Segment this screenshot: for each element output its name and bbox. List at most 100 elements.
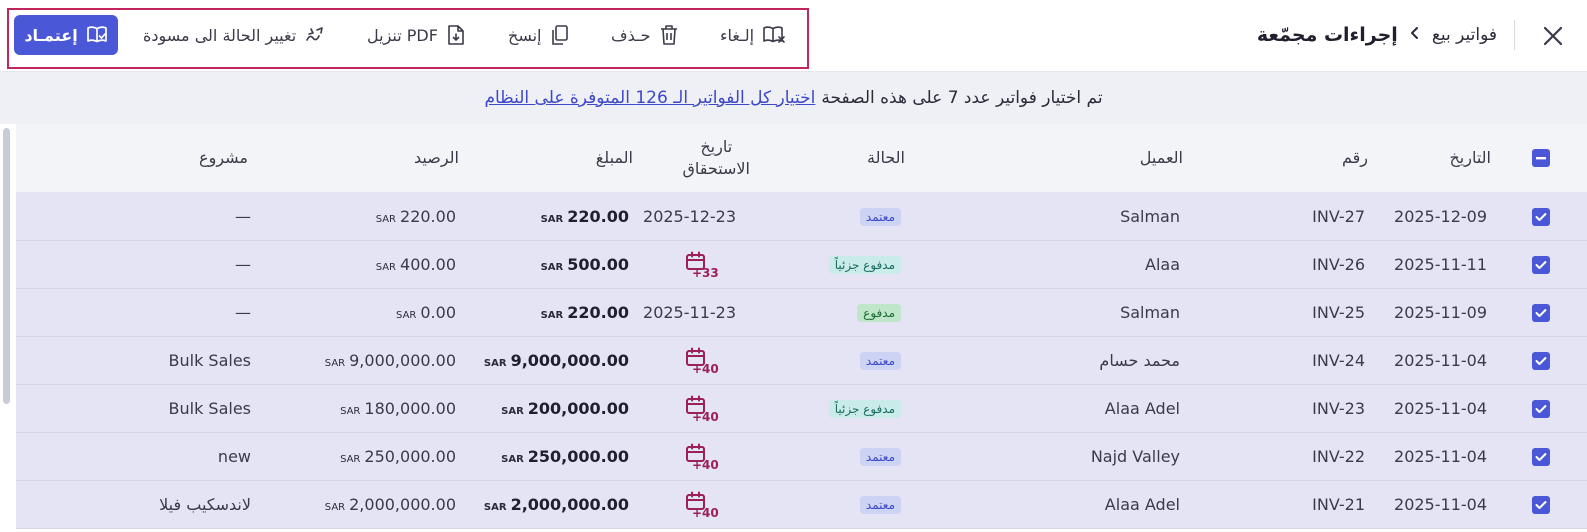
currency-label: SAR bbox=[340, 454, 361, 465]
column-header-due-date[interactable]: تاريخ الاستحقاق bbox=[682, 124, 750, 192]
invoice-date: 2025-12-09 bbox=[1394, 207, 1487, 226]
overdue-indicator: +40 bbox=[684, 337, 720, 384]
column-header-number[interactable]: رقم bbox=[1342, 124, 1368, 192]
customer-name[interactable]: Alaa Adel bbox=[1105, 385, 1180, 432]
due-date: 2025-12-23 bbox=[643, 207, 736, 226]
delete-button[interactable]: حـذف bbox=[611, 22, 679, 48]
currency-label: SAR bbox=[540, 214, 564, 225]
project-name: — bbox=[235, 207, 251, 226]
invoice-date: 2025-11-11 bbox=[1394, 255, 1487, 274]
customer-name[interactable]: محمد حسام bbox=[1099, 337, 1180, 384]
select-all-checkbox[interactable] bbox=[1532, 149, 1550, 167]
invoice-number[interactable]: INV-25 bbox=[1312, 289, 1365, 336]
table-row[interactable]: 2025-11-04 INV-23 Alaa Adel مدفوع جزئياً… bbox=[16, 385, 1587, 433]
customer-name[interactable]: Salman bbox=[1120, 289, 1180, 336]
delete-label: حـذف bbox=[611, 25, 651, 45]
project-name: new bbox=[217, 447, 251, 466]
cancel-invoices-button[interactable]: إلـغاء bbox=[720, 22, 786, 48]
row-checkbox[interactable] bbox=[1532, 447, 1550, 466]
customer-name[interactable]: Najd Valley bbox=[1091, 433, 1180, 480]
amount-value: SAR 500.00 bbox=[541, 255, 629, 274]
amount-value: SAR 250,000.00 bbox=[501, 447, 629, 466]
table-row[interactable]: 2025-11-04 INV-22 Najd Valley معتمد +40 … bbox=[16, 433, 1587, 481]
table-row[interactable]: 2025-11-11 INV-26 Alaa مدفوع جزئياً +33 … bbox=[16, 241, 1587, 289]
amount-number: 9,000,000.00 bbox=[510, 351, 629, 370]
currency-label: SAR bbox=[540, 310, 564, 321]
scrollbar[interactable] bbox=[3, 128, 10, 404]
trash-icon bbox=[660, 25, 677, 45]
download-pdf-button[interactable]: تنزيل PDF bbox=[367, 22, 466, 48]
amount-value: SAR 2,000,000.00 bbox=[484, 495, 629, 514]
project-name: Bulk Sales bbox=[168, 351, 252, 370]
invoice-number[interactable]: INV-22 bbox=[1312, 433, 1365, 480]
page-title: إجراءات مجمّعة bbox=[1256, 24, 1398, 46]
project-name: — bbox=[235, 303, 251, 322]
project-name: Bulk Sales bbox=[168, 399, 252, 418]
customer-name[interactable]: Salman bbox=[1120, 193, 1180, 240]
status-badge: مدفوع جزئياً bbox=[828, 399, 901, 418]
invoice-number[interactable]: INV-26 bbox=[1312, 241, 1365, 288]
column-header-balance[interactable]: الرصيد bbox=[414, 124, 459, 192]
invoice-number[interactable]: INV-24 bbox=[1312, 337, 1365, 384]
column-header-status[interactable]: الحالة bbox=[867, 124, 905, 192]
balance-value: SAR 250,000.00 bbox=[340, 447, 456, 466]
invoice-number[interactable]: INV-27 bbox=[1312, 193, 1365, 240]
column-header-due-date-line1: تاريخ bbox=[700, 137, 733, 157]
invoice-date: 2025-11-04 bbox=[1394, 447, 1487, 466]
row-checkbox[interactable] bbox=[1532, 303, 1550, 322]
row-checkbox[interactable] bbox=[1532, 255, 1550, 274]
amount-value: SAR 9,000,000.00 bbox=[484, 351, 629, 370]
balance-value: SAR 0.00 bbox=[396, 303, 456, 322]
row-checkbox[interactable] bbox=[1532, 207, 1550, 226]
column-header-project[interactable]: مشروع bbox=[199, 124, 248, 192]
amount-value: SAR 200,000.00 bbox=[501, 399, 629, 418]
header: فواتير بيع إجراءات مجمّعة إعتمـاد تغيير … bbox=[0, 0, 1587, 72]
project-name: — bbox=[235, 255, 251, 274]
status-badge: معتمد bbox=[859, 207, 901, 226]
close-button[interactable] bbox=[1537, 20, 1569, 52]
table-row[interactable]: 2025-11-09 INV-25 Salman مدفوع 2025-11-2… bbox=[16, 289, 1587, 337]
row-checkbox[interactable] bbox=[1532, 351, 1550, 370]
change-to-draft-button[interactable]: تغيير الحالة الى مسودة bbox=[143, 22, 326, 48]
balance-value: SAR 180,000.00 bbox=[340, 399, 456, 418]
amount-number: 220.00 bbox=[567, 207, 629, 226]
balance-number: 180,000.00 bbox=[364, 399, 456, 418]
overdue-indicator: +40 bbox=[684, 433, 720, 480]
overdue-days: +33 bbox=[692, 265, 719, 280]
invoice-date: 2025-11-04 bbox=[1394, 351, 1487, 370]
customer-name[interactable]: Alaa Adel bbox=[1105, 481, 1180, 528]
balance-value: SAR 2,000,000.00 bbox=[325, 495, 456, 514]
select-all-invoices-link[interactable]: اختيار كل الفواتير الـ 126 المتوفرة على … bbox=[484, 88, 815, 108]
change-to-draft-label: تغيير الحالة الى مسودة bbox=[143, 25, 297, 45]
invoice-number[interactable]: INV-21 bbox=[1312, 481, 1365, 528]
row-checkbox[interactable] bbox=[1532, 399, 1550, 418]
currency-label: SAR bbox=[501, 454, 524, 465]
due-date: 2025-11-23 bbox=[643, 303, 736, 322]
column-header-date[interactable]: التاريخ bbox=[1449, 124, 1491, 192]
table-header: التاريخ رقم العميل الحالة تاريخ الاستحقا… bbox=[16, 124, 1587, 193]
bulk-actions-toolbar: إعتمـاد تغيير الحالة الى مسودة تنزيل PDF… bbox=[7, 8, 809, 69]
approve-button[interactable]: إعتمـاد bbox=[14, 15, 118, 55]
status-badge: معتمد bbox=[859, 351, 901, 370]
copy-icon bbox=[551, 25, 568, 45]
balance-number: 250,000.00 bbox=[364, 447, 456, 466]
customer-name[interactable]: Alaa bbox=[1145, 241, 1180, 288]
selection-banner: تم اختيار فواتير عدد 7 على هذه الصفحة اخ… bbox=[0, 72, 1587, 124]
amount-number: 250,000.00 bbox=[527, 447, 629, 466]
status-badge: مدفوع جزئياً bbox=[828, 255, 901, 274]
currency-label: SAR bbox=[540, 262, 564, 273]
column-header-amount[interactable]: المبلغ bbox=[596, 124, 633, 192]
table-row[interactable]: 2025-12-09 INV-27 Salman معتمد 2025-12-2… bbox=[16, 193, 1587, 241]
balance-number: 0.00 bbox=[420, 303, 456, 322]
table-row[interactable]: 2025-11-04 INV-21 Alaa Adel معتمد +40 SA… bbox=[16, 481, 1587, 529]
column-header-customer[interactable]: العميل bbox=[1140, 124, 1183, 192]
header-divider bbox=[1514, 20, 1515, 50]
invoice-number[interactable]: INV-23 bbox=[1312, 385, 1365, 432]
currency-label: SAR bbox=[483, 502, 507, 513]
table-row[interactable]: 2025-11-04 INV-24 محمد حسام معتمد +40 SA… bbox=[16, 337, 1587, 385]
breadcrumb-parent-link[interactable]: فواتير بيع bbox=[1432, 25, 1497, 45]
balance-number: 2,000,000.00 bbox=[349, 495, 456, 514]
row-checkbox[interactable] bbox=[1532, 495, 1550, 514]
copy-button[interactable]: إنسخ bbox=[508, 22, 570, 48]
overdue-indicator: +40 bbox=[684, 385, 720, 432]
